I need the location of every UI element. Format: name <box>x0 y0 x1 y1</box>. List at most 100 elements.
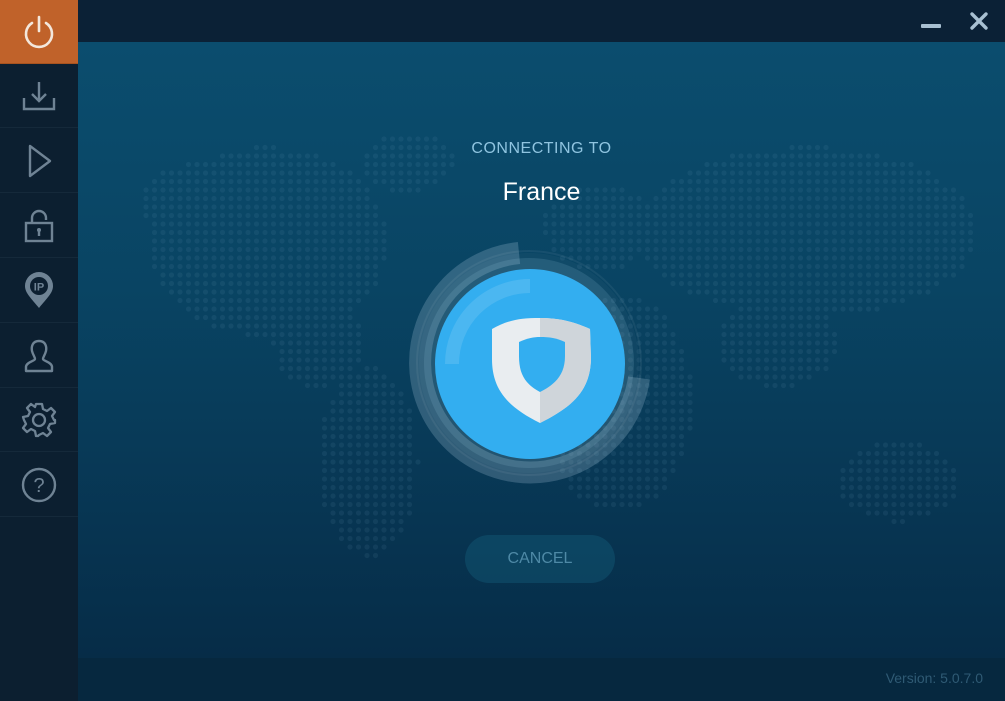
map-dot <box>245 306 251 312</box>
map-dot <box>236 161 243 168</box>
sidebar-item-settings[interactable] <box>0 388 78 452</box>
map-dot <box>653 340 659 346</box>
map-dot <box>678 212 685 219</box>
close-button[interactable] <box>964 6 994 36</box>
map-dot <box>814 297 821 304</box>
map-dot <box>364 212 370 219</box>
map-dot <box>661 221 668 227</box>
map-dot <box>967 229 974 236</box>
map-dot <box>653 459 659 465</box>
map-dot <box>661 323 668 329</box>
map-dot <box>704 263 710 270</box>
map-dot <box>755 238 761 244</box>
map-dot <box>874 280 880 287</box>
map-dot <box>228 161 234 168</box>
map-dot <box>653 246 659 253</box>
sidebar-item-account[interactable] <box>0 324 78 388</box>
map-dot <box>355 272 362 278</box>
map-dot <box>738 221 744 227</box>
map-dot <box>729 170 736 176</box>
map-dot <box>194 229 200 236</box>
map-dot <box>381 255 387 261</box>
map-dot <box>653 365 659 372</box>
map-dot <box>857 229 863 236</box>
map-dot <box>338 484 345 491</box>
map-dot <box>670 255 676 261</box>
map-dot <box>381 170 387 176</box>
map-dot <box>857 297 863 304</box>
map-dot <box>262 212 268 219</box>
map-dot <box>891 442 897 448</box>
map-dot <box>653 382 659 389</box>
map-dot <box>899 255 906 261</box>
sidebar-item-power[interactable] <box>0 0 78 64</box>
sidebar-item-help[interactable]: ? <box>0 453 78 517</box>
map-dot <box>687 391 693 397</box>
map-dot <box>891 212 897 219</box>
map-dot <box>202 255 209 261</box>
map-dot <box>449 161 455 168</box>
map-dot <box>814 161 821 168</box>
map-dot <box>245 255 251 261</box>
sidebar-item-ip[interactable]: IP <box>0 259 78 323</box>
map-dot <box>211 170 217 176</box>
map-dot <box>925 450 931 457</box>
map-dot <box>950 246 957 253</box>
map-dot <box>168 280 175 287</box>
map-dot <box>168 238 175 244</box>
map-dot <box>848 297 855 304</box>
map-dot <box>202 289 209 295</box>
map-dot <box>287 212 294 219</box>
map-dot <box>806 314 812 321</box>
sidebar-item-play[interactable] <box>0 129 78 193</box>
map-dot <box>806 246 812 253</box>
map-dot <box>211 221 217 227</box>
map-dot <box>729 212 736 219</box>
map-dot <box>338 280 345 287</box>
map-dot <box>687 263 693 270</box>
map-dot <box>925 289 931 295</box>
map-dot <box>321 323 328 329</box>
map-dot <box>330 408 336 414</box>
map-dot <box>313 280 319 287</box>
map-dot <box>857 493 863 499</box>
map-dot <box>245 221 251 227</box>
map-dot <box>840 221 846 227</box>
map-dot <box>933 229 940 236</box>
map-dot <box>568 229 574 236</box>
map-dot <box>202 229 209 236</box>
map-dot <box>780 161 787 168</box>
map-dot <box>959 229 965 236</box>
map-dot <box>219 212 226 219</box>
map-dot <box>372 212 379 219</box>
cancel-button[interactable]: CANCEL <box>465 535 615 583</box>
map-dot <box>270 212 277 219</box>
map-dot <box>338 527 345 533</box>
map-dot <box>619 221 625 227</box>
map-dot <box>644 229 651 236</box>
sidebar-item-lock[interactable] <box>0 194 78 258</box>
map-dot <box>364 229 370 236</box>
map-dot <box>279 170 285 176</box>
map-dot <box>262 306 268 312</box>
map-dot <box>865 501 872 508</box>
sidebar-item-download[interactable] <box>0 64 78 128</box>
map-dot <box>347 365 353 372</box>
map-dot <box>321 501 328 508</box>
map-dot <box>746 314 753 321</box>
map-dot <box>236 255 243 261</box>
map-dot <box>355 289 362 295</box>
map-dot <box>891 484 897 491</box>
map-dot <box>636 229 642 236</box>
minimize-button[interactable] <box>916 6 946 36</box>
map-dot <box>338 382 345 389</box>
map-dot <box>874 289 880 295</box>
map-dot <box>882 501 889 508</box>
shield-connect-button[interactable] <box>435 269 625 459</box>
map-dot <box>398 450 404 457</box>
map-dot <box>687 374 693 380</box>
map-dot <box>338 238 345 244</box>
map-dot <box>661 391 668 397</box>
map-dot <box>789 348 795 355</box>
map-dot <box>729 314 736 321</box>
